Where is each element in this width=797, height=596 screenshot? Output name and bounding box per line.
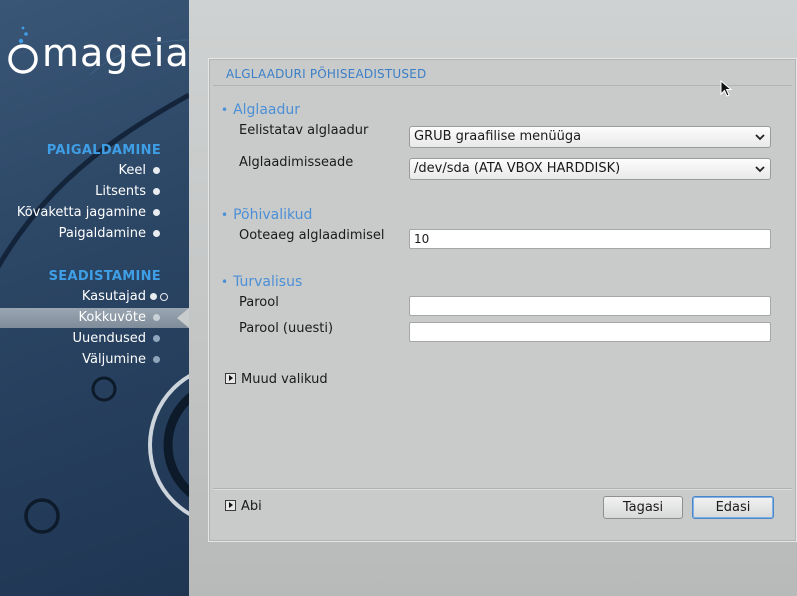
sidebar-item-label: Kasutajad xyxy=(81,289,146,304)
step-done-dot-icon xyxy=(153,230,160,237)
boot-device-select[interactable]: /dev/sda (ATA VBOX HARDDISK) xyxy=(409,158,771,180)
step-done-dot-icon xyxy=(153,209,160,216)
sidebar-item-summary[interactable]: Kokkuvõte xyxy=(0,308,189,328)
back-button[interactable]: Tagasi xyxy=(603,496,683,519)
expand-triangle-icon xyxy=(225,500,236,511)
step-todo-dot-icon xyxy=(153,356,160,363)
step-todo-dot-icon xyxy=(153,335,160,342)
sidebar-item-label: Uuendused xyxy=(72,331,146,346)
next-button[interactable]: Edasi xyxy=(692,496,774,519)
sidebar-item-label: Kõvaketta jagamine xyxy=(16,205,146,220)
sidebar-item-label: Väljumine xyxy=(82,352,146,367)
boot-timeout-input[interactable] xyxy=(409,229,771,249)
current-step-arrow-icon xyxy=(177,308,189,328)
section-heading-text: Alglaadur xyxy=(233,102,300,118)
logo-text: mageia xyxy=(42,31,189,75)
step-done-dot-icon xyxy=(153,167,160,174)
more-options-expander[interactable]: Muud valikud xyxy=(225,372,328,387)
step-done-dot-icon xyxy=(153,188,160,195)
step-ring-icon xyxy=(160,293,168,301)
select-value: /dev/sda (ATA VBOX HARDDISK) xyxy=(414,161,621,176)
mouse-pointer-icon xyxy=(720,80,732,97)
sidebar-item-label: Paigaldamine xyxy=(58,226,146,241)
step-done-dot-icon xyxy=(150,293,157,300)
section-heading-security: • Turvalisus xyxy=(221,274,302,290)
section-heading-text: Põhivalikud xyxy=(233,207,313,223)
expander-label: Muud valikud xyxy=(241,372,328,387)
bottom-divider xyxy=(213,488,792,489)
preferred-bootloader-select[interactable]: GRUB graafilise menüüga xyxy=(409,126,771,148)
password-again-label: Parool (uuesti) xyxy=(239,321,334,336)
bullet-icon: • xyxy=(221,103,229,117)
chevron-down-icon xyxy=(755,166,765,173)
sidebar-item-label: Litsents xyxy=(95,184,146,199)
sidebar-item-litsents[interactable]: Litsents xyxy=(0,182,189,202)
sidebar-item-label: Kokkuvõte xyxy=(78,310,146,325)
bullet-icon: • xyxy=(221,208,229,222)
sidebar-item-exit[interactable]: Väljumine xyxy=(0,350,189,370)
sidebar-item-label: Keel xyxy=(118,163,147,178)
sidebar-item-users[interactable]: Kasutajad xyxy=(0,287,189,307)
title-divider xyxy=(213,85,792,86)
sidebar-item-keel[interactable]: Keel xyxy=(0,161,189,181)
section-heading-main-options: • Põhivalikud xyxy=(221,207,312,223)
chevron-down-icon xyxy=(755,134,765,141)
password-input[interactable] xyxy=(409,296,771,316)
expand-triangle-icon xyxy=(225,373,236,384)
step-current-dot-icon xyxy=(153,314,160,321)
mageia-logo: mageia xyxy=(6,22,189,82)
sidebar-heading-setup: SEADISTAMINE xyxy=(48,269,161,284)
select-value: GRUB graafilise menüüga xyxy=(414,129,582,144)
sidebar-heading-install: PAIGALDAMINE xyxy=(46,143,161,158)
preferred-bootloader-label: Eelistatav alglaadur xyxy=(239,123,369,138)
password-again-input[interactable] xyxy=(409,322,771,342)
password-label: Parool xyxy=(239,295,279,310)
section-heading-bootloader: • Alglaadur xyxy=(221,102,300,118)
section-heading-text: Turvalisus xyxy=(233,274,303,290)
panel-title: ALGLAADURI PÕHISEADISTUSED xyxy=(226,67,427,81)
expander-label: Abi xyxy=(241,499,262,514)
bootloader-settings-panel: ALGLAADURI PÕHISEADISTUSED • Alglaadur Ee… xyxy=(208,58,797,542)
sidebar-item-updates[interactable]: Uuendused xyxy=(0,329,189,349)
bullet-icon: • xyxy=(221,275,229,289)
boot-device-label: Alglaadimisseade xyxy=(239,155,354,170)
boot-timeout-label: Ooteaeg alglaadimisel xyxy=(239,228,385,243)
sidebar-item-partitioning[interactable]: Kõvaketta jagamine xyxy=(0,203,189,223)
installer-sidebar: mageia PAIGALDAMINE Keel Litsents Kõvake… xyxy=(0,0,189,596)
sidebar-item-installing[interactable]: Paigaldamine xyxy=(0,224,189,244)
help-expander[interactable]: Abi xyxy=(225,499,262,514)
mageia-cauldron-icon xyxy=(8,26,38,74)
